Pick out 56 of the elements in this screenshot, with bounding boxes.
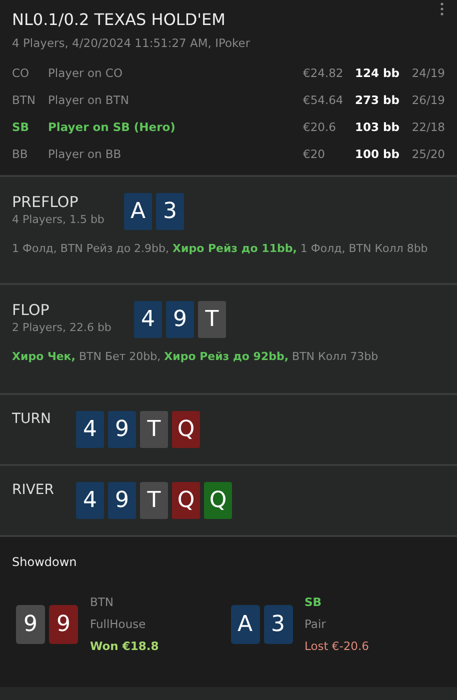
hand-result: Won €18.8 [90,639,159,653]
player-bb: 100 bb [355,146,400,160]
player-position: BB [12,146,29,160]
playing-card: 9 [108,482,136,519]
playing-card: 3 [156,193,184,230]
playing-card: T [140,411,168,448]
street-name: FLOP [12,301,50,319]
player-stack: €20 [303,146,326,160]
player-stack: €24.82 [303,66,344,80]
playing-card: A [124,193,152,230]
showdown-title: Showdown [12,555,78,569]
hand-rank: FullHouse [90,617,147,631]
action-line: Хиро Чек, BTN Бет 20bb, Хиро Рейз до 92bb, BTN Колл 73bb [12,350,380,363]
player-stack: €20.6 [303,120,337,134]
playing-card: T [198,301,226,338]
street-name: RIVER [12,482,56,498]
hand-position: BTN [90,595,115,609]
playing-card: 4 [76,411,104,448]
player-stats: 25/20 [411,146,445,160]
playing-card: Q [204,482,232,519]
playing-card: Q [172,482,200,519]
player-name: Player on CO [48,66,124,80]
hand-subtitle: 4 Players, 4/20/2024 11:51:27 AM, IPoker [12,36,252,50]
player-bb: 124 bb [355,66,400,80]
player-bb: 273 bb [355,92,400,106]
player-name: Player on BTN [48,92,130,106]
playing-card: 9 [108,411,136,448]
playing-card: 4 [76,482,104,519]
player-stats: 22/18 [411,120,445,134]
player-name: Player on SB (Hero) [48,120,176,134]
player-stats: 26/19 [411,92,445,106]
street-name: PREFLOP [12,193,80,211]
player-bb: 103 bb [355,120,400,134]
more-options-icon[interactable] [440,2,444,16]
player-name: Player on BB [48,146,122,160]
player-position: CO [12,66,30,80]
hand-position: SB [304,595,323,609]
playing-card: T [140,482,168,519]
playing-card: 9 [166,301,194,338]
playing-card: 3 [264,604,292,644]
action-line: 1 Фолд, BTN Рейз до 2.9bb, Хиро Рейз до 11bb, 1 Фолд, BTN Колл 8bb [12,242,429,255]
street-name: TURN [12,411,52,427]
player-position: SB [12,120,30,134]
playing-card: 9 [16,604,45,644]
hand-rank: Pair [304,617,327,631]
playing-card: 9 [49,604,78,644]
playing-card: A [230,604,260,644]
player-stack: €54.64 [303,92,344,106]
street-info: 2 Players, 22.6 bb [12,321,112,334]
hand-title: NL0.1/0.2 TEXAS HOLD'EM [12,10,226,29]
player-stats: 24/19 [411,66,445,80]
hand-result: Lost €-20.6 [304,639,369,653]
player-position: BTN [12,92,37,106]
street-info: 4 Players, 1.5 bb [12,213,106,226]
playing-card: Q [172,411,200,448]
playing-card: 4 [134,301,162,338]
